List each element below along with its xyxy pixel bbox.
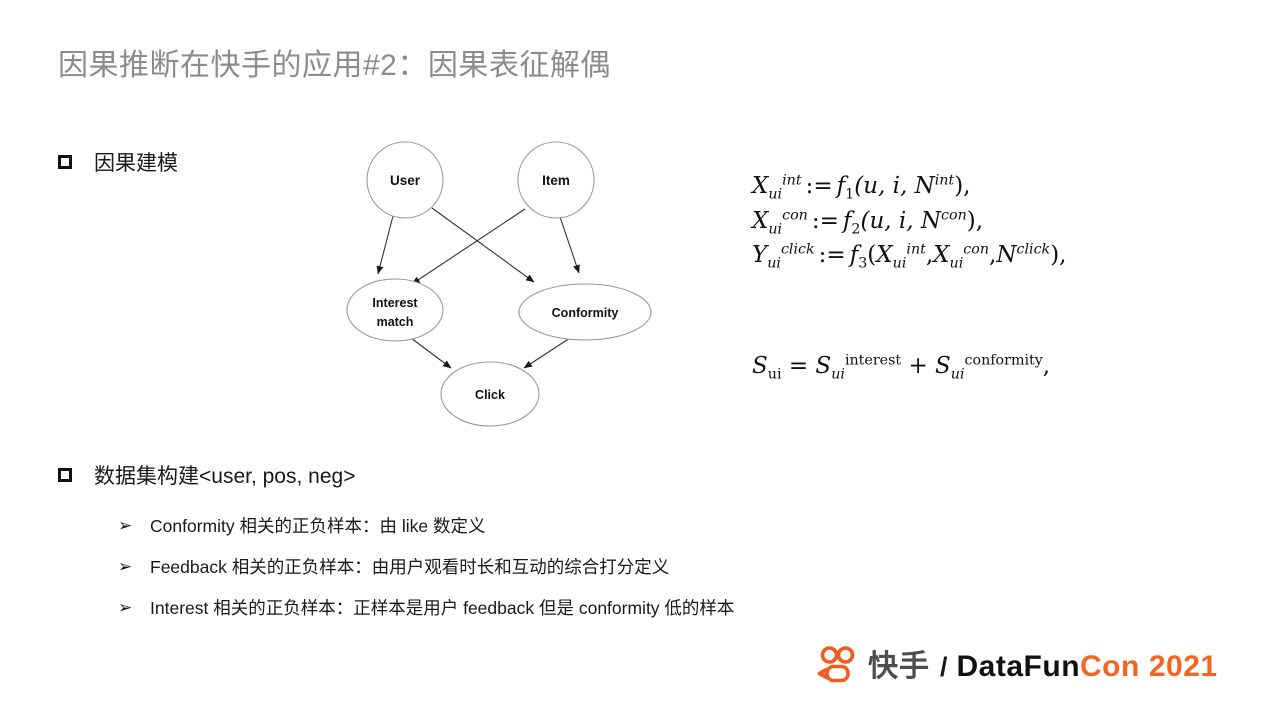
symbol-Y: Y (752, 242, 768, 269)
symbol-N: N (920, 207, 942, 234)
symbol-f: f (836, 173, 846, 199)
subscript-ui: ui (950, 366, 965, 383)
score-decomposition-equation: Sui = Suiinterest + Suiconformity, (752, 350, 1050, 383)
superscript-int-2: int (934, 172, 955, 189)
slide-canvas: 因果推断在快手的应用#2：因果表征解偶 因果建模 User Item Inter… (0, 0, 1280, 720)
sub-bullet-interest: ➢ Interest 相关的正负样本：正样本是用户 feedback 但是 co… (118, 595, 734, 620)
arrow-bullet-icon: ➢ (118, 598, 133, 617)
causal-graph-diagram: User Item Interest match Conformity Clic… (320, 140, 680, 440)
logo-separator: / (940, 651, 948, 682)
superscript-conformity: conformity (964, 352, 1043, 369)
subscript-ui: ui (767, 255, 781, 272)
symbol-S: S (935, 353, 951, 379)
sub-bullet-label-interest: Interest 相关的正负样本：正样本是用户 feedback 但是 conf… (150, 598, 735, 618)
symbol-f: f (849, 242, 859, 269)
equation-s-ui: Sui = Suiinterest + Suiconformity, (752, 350, 1050, 383)
equation-y-click: Yuiclick:= f3(Xuiint,Xuicon,Nclick), (752, 239, 1067, 272)
square-bullet-icon (58, 155, 72, 169)
subscript-ui: ui (831, 366, 845, 383)
bullet-causal-modeling: 因果建模 (58, 147, 178, 177)
args-u-i: (u, i, (860, 207, 914, 234)
symbol-N: N (996, 242, 1017, 269)
close-paren-comma: ), (1050, 242, 1067, 269)
symbol-X: X (752, 207, 769, 234)
superscript-con: con (782, 207, 808, 223)
kuaishou-wordmark: 快手 (868, 650, 930, 683)
sub-bullet-conformity: ➢ Conformity 相关的正负样本：由 like 数定义 (118, 513, 485, 538)
superscript-con: con (963, 241, 990, 258)
subscript-2: 2 (851, 221, 861, 238)
bullet-label-dataset-construction: 数据集构建<user, pos, neg> (94, 465, 356, 488)
assign-operator: := (818, 242, 846, 269)
subscript-3: 3 (858, 255, 868, 272)
symbol-S: S (752, 353, 768, 379)
subscript-ui: ui (768, 186, 783, 203)
page-title: 因果推断在快手的应用#2：因果表征解偶 (58, 49, 611, 82)
symbol-X: X (752, 173, 769, 199)
kuaishou-camera-icon (816, 645, 860, 689)
year-label: 2021 (1148, 650, 1218, 683)
node-label-click: Click (475, 388, 505, 402)
con-wordmark: Con (1080, 650, 1140, 683)
square-bullet-icon (58, 468, 72, 482)
sub-bullet-feedback: ➢ Feedback 相关的正负样本：由用户观看时长和互动的综合打分定义 (118, 554, 669, 579)
symbol-X: X (933, 242, 950, 269)
arrow-bullet-icon: ➢ (118, 516, 133, 535)
subscript-1: 1 (845, 186, 855, 203)
close-paren-comma: ), (954, 173, 971, 199)
assign-operator: := (811, 207, 839, 234)
args-u-i: (u, i, (854, 173, 908, 199)
superscript-click-2: click (1016, 241, 1051, 258)
symbol-S: S (815, 353, 832, 379)
subscript-ui: ui (949, 255, 964, 272)
superscript-con-2: con (941, 207, 967, 223)
equation-x-int: Xuiint:= f1(u, i, Nint), (752, 170, 1067, 203)
bullet-label-causal-modeling: 因果建模 (94, 152, 178, 175)
subscript-ui: ui (892, 255, 907, 272)
sub-bullet-label-feedback: Feedback 相关的正负样本：由用户观看时长和互动的综合打分定义 (150, 557, 670, 577)
superscript-click: click (780, 241, 815, 258)
arrow-bullet-icon: ➢ (118, 557, 133, 576)
symbol-N: N (914, 173, 935, 199)
datafun-wordmark: DataFun (956, 650, 1081, 683)
sub-bullet-label-conformity: Conformity 相关的正负样本：由 like 数定义 (150, 516, 486, 536)
structural-equations: Xuiint:= f1(u, i, Nint), Xuicon:= f2(u, i,… (752, 170, 1067, 274)
bullet-dataset-construction: 数据集构建<user, pos, neg> (58, 460, 355, 490)
node-label-item: Item (542, 173, 570, 188)
node-label-interest-match-line1: Interest (372, 296, 418, 310)
subscript-ui-upright: ui (767, 366, 782, 383)
superscript-int: int (782, 172, 802, 189)
superscript-interest: interest (844, 352, 902, 369)
node-interest-match (346, 278, 444, 342)
trailing-comma: , (1042, 353, 1051, 379)
open-paren: ( (867, 242, 877, 269)
node-label-conformity: Conformity (552, 306, 619, 320)
symbol-X: X (876, 242, 893, 269)
equation-x-con: Xuicon:= f2(u, i, Ncon), (752, 205, 1067, 238)
equals-operator: = (788, 353, 809, 379)
superscript-int: int (906, 241, 926, 258)
node-label-user: User (390, 173, 421, 188)
close-paren-comma: ), (966, 207, 984, 234)
assign-operator: := (805, 173, 833, 199)
footer-logo-lockup: 快手 / DataFun Con 2021 (816, 644, 1218, 690)
plus-operator: + (908, 353, 928, 379)
subscript-ui: ui (768, 221, 783, 238)
node-label-interest-match-line2: match (377, 315, 414, 329)
